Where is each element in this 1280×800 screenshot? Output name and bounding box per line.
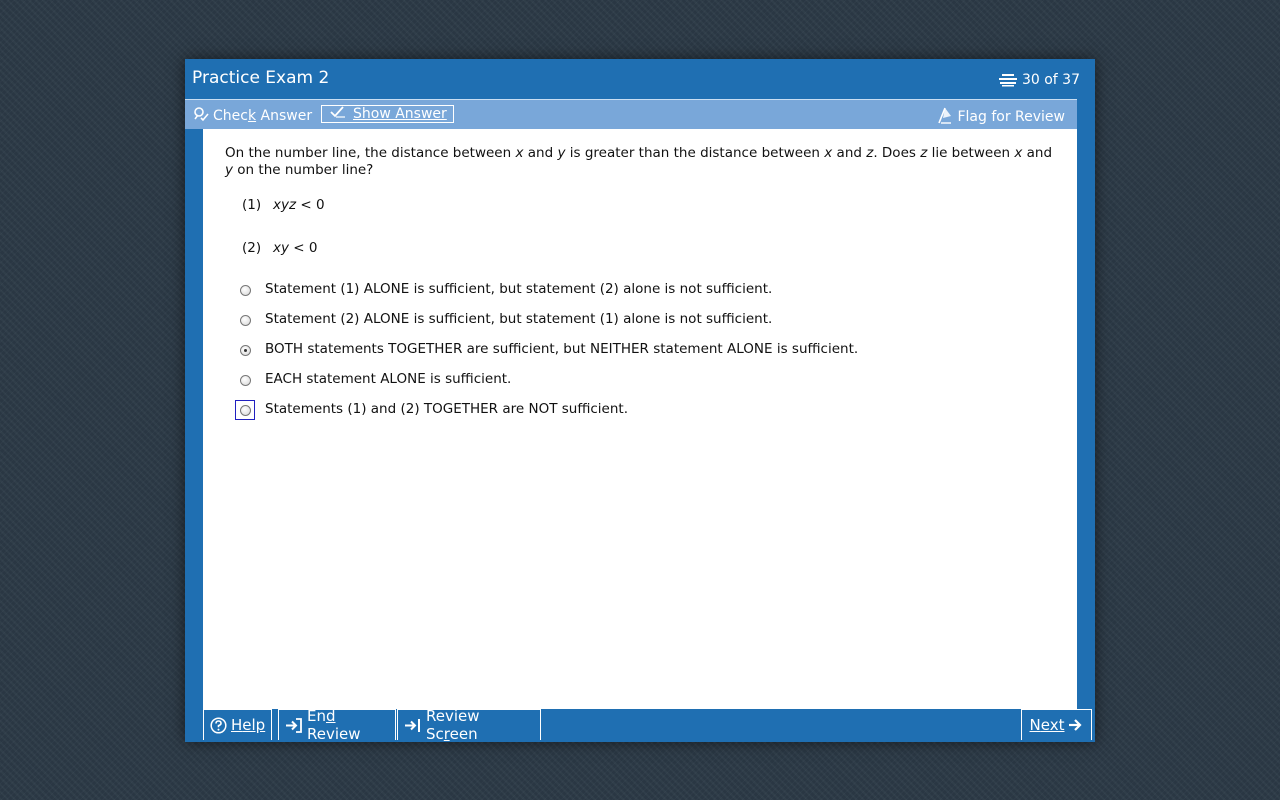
statement-2: (2) xy < 0 bbox=[242, 240, 318, 256]
radio-button-selected[interactable] bbox=[239, 344, 251, 356]
answer-option-b[interactable]: Statement (2) ALONE is sufficient, but s… bbox=[235, 310, 858, 340]
title-bar: Practice Exam 2 30 of 37 bbox=[185, 59, 1095, 99]
answer-option-e[interactable]: Statements (1) and (2) TOGETHER are NOT … bbox=[235, 400, 858, 430]
help-button[interactable]: Help bbox=[203, 709, 272, 740]
show-answer-label: Show Answer bbox=[353, 106, 447, 122]
review-screen-button[interactable]: Review Screen bbox=[397, 707, 541, 743]
exam-title: Practice Exam 2 bbox=[192, 68, 330, 88]
help-icon bbox=[210, 716, 227, 734]
end-review-label: End Review bbox=[307, 707, 361, 743]
statement-1: (1) xyz < 0 bbox=[242, 197, 325, 213]
end-review-button[interactable]: End Review bbox=[278, 707, 396, 743]
question-counter: 30 of 37 bbox=[998, 72, 1080, 88]
flag-icon bbox=[937, 106, 953, 128]
option-label: Statement (1) ALONE is sufficient, but s… bbox=[265, 281, 773, 297]
arrow-to-end-icon bbox=[404, 718, 422, 733]
answer-option-d[interactable]: EACH statement ALONE is sufficient. bbox=[235, 370, 858, 400]
check-answer-label: Check Answer bbox=[213, 108, 313, 124]
radio-button[interactable] bbox=[239, 374, 251, 386]
option-label: Statement (2) ALONE is sufficient, but s… bbox=[265, 311, 773, 327]
next-label: Next bbox=[1029, 716, 1065, 734]
option-label: EACH statement ALONE is sufficient. bbox=[265, 371, 512, 387]
question-stem: On the number line, the distance between… bbox=[225, 145, 1053, 178]
question-pane: On the number line, the distance between… bbox=[203, 129, 1077, 709]
review-screen-label: Review Screen bbox=[426, 707, 480, 743]
check-answer-button[interactable]: Check Answer bbox=[193, 106, 312, 126]
check-answer-icon bbox=[193, 106, 209, 126]
next-button[interactable]: Next bbox=[1021, 709, 1092, 740]
toolbar: Check Answer Show Answer Flag for Review bbox=[185, 99, 1077, 129]
answer-options: Statement (1) ALONE is sufficient, but s… bbox=[235, 280, 858, 430]
radio-button[interactable] bbox=[239, 314, 251, 326]
option-label: Statements (1) and (2) TOGETHER are NOT … bbox=[265, 401, 628, 417]
answer-option-c[interactable]: BOTH statements TOGETHER are sufficient,… bbox=[235, 340, 858, 370]
exit-icon bbox=[285, 717, 303, 733]
bottom-bar: Help End Review Review Screen Next bbox=[203, 707, 1095, 743]
answer-option-a[interactable]: Statement (1) ALONE is sufficient, but s… bbox=[235, 280, 858, 310]
arrow-right-icon bbox=[1068, 718, 1083, 732]
flag-label: Flag for Review bbox=[957, 109, 1065, 125]
counter-text: 30 of 37 bbox=[1021, 72, 1080, 88]
list-icon bbox=[998, 73, 1017, 87]
focus-ring bbox=[235, 400, 255, 420]
exam-window: Practice Exam 2 30 of 37 Check Answer Sh… bbox=[185, 59, 1095, 743]
option-label: BOTH statements TOGETHER are sufficient,… bbox=[265, 341, 859, 357]
help-label: Help bbox=[231, 716, 266, 734]
show-answer-button[interactable]: Show Answer bbox=[321, 105, 454, 123]
flag-for-review-button[interactable]: Flag for Review bbox=[937, 106, 1065, 128]
show-answer-icon bbox=[327, 105, 349, 123]
radio-button[interactable] bbox=[239, 404, 251, 416]
radio-button[interactable] bbox=[239, 284, 251, 296]
